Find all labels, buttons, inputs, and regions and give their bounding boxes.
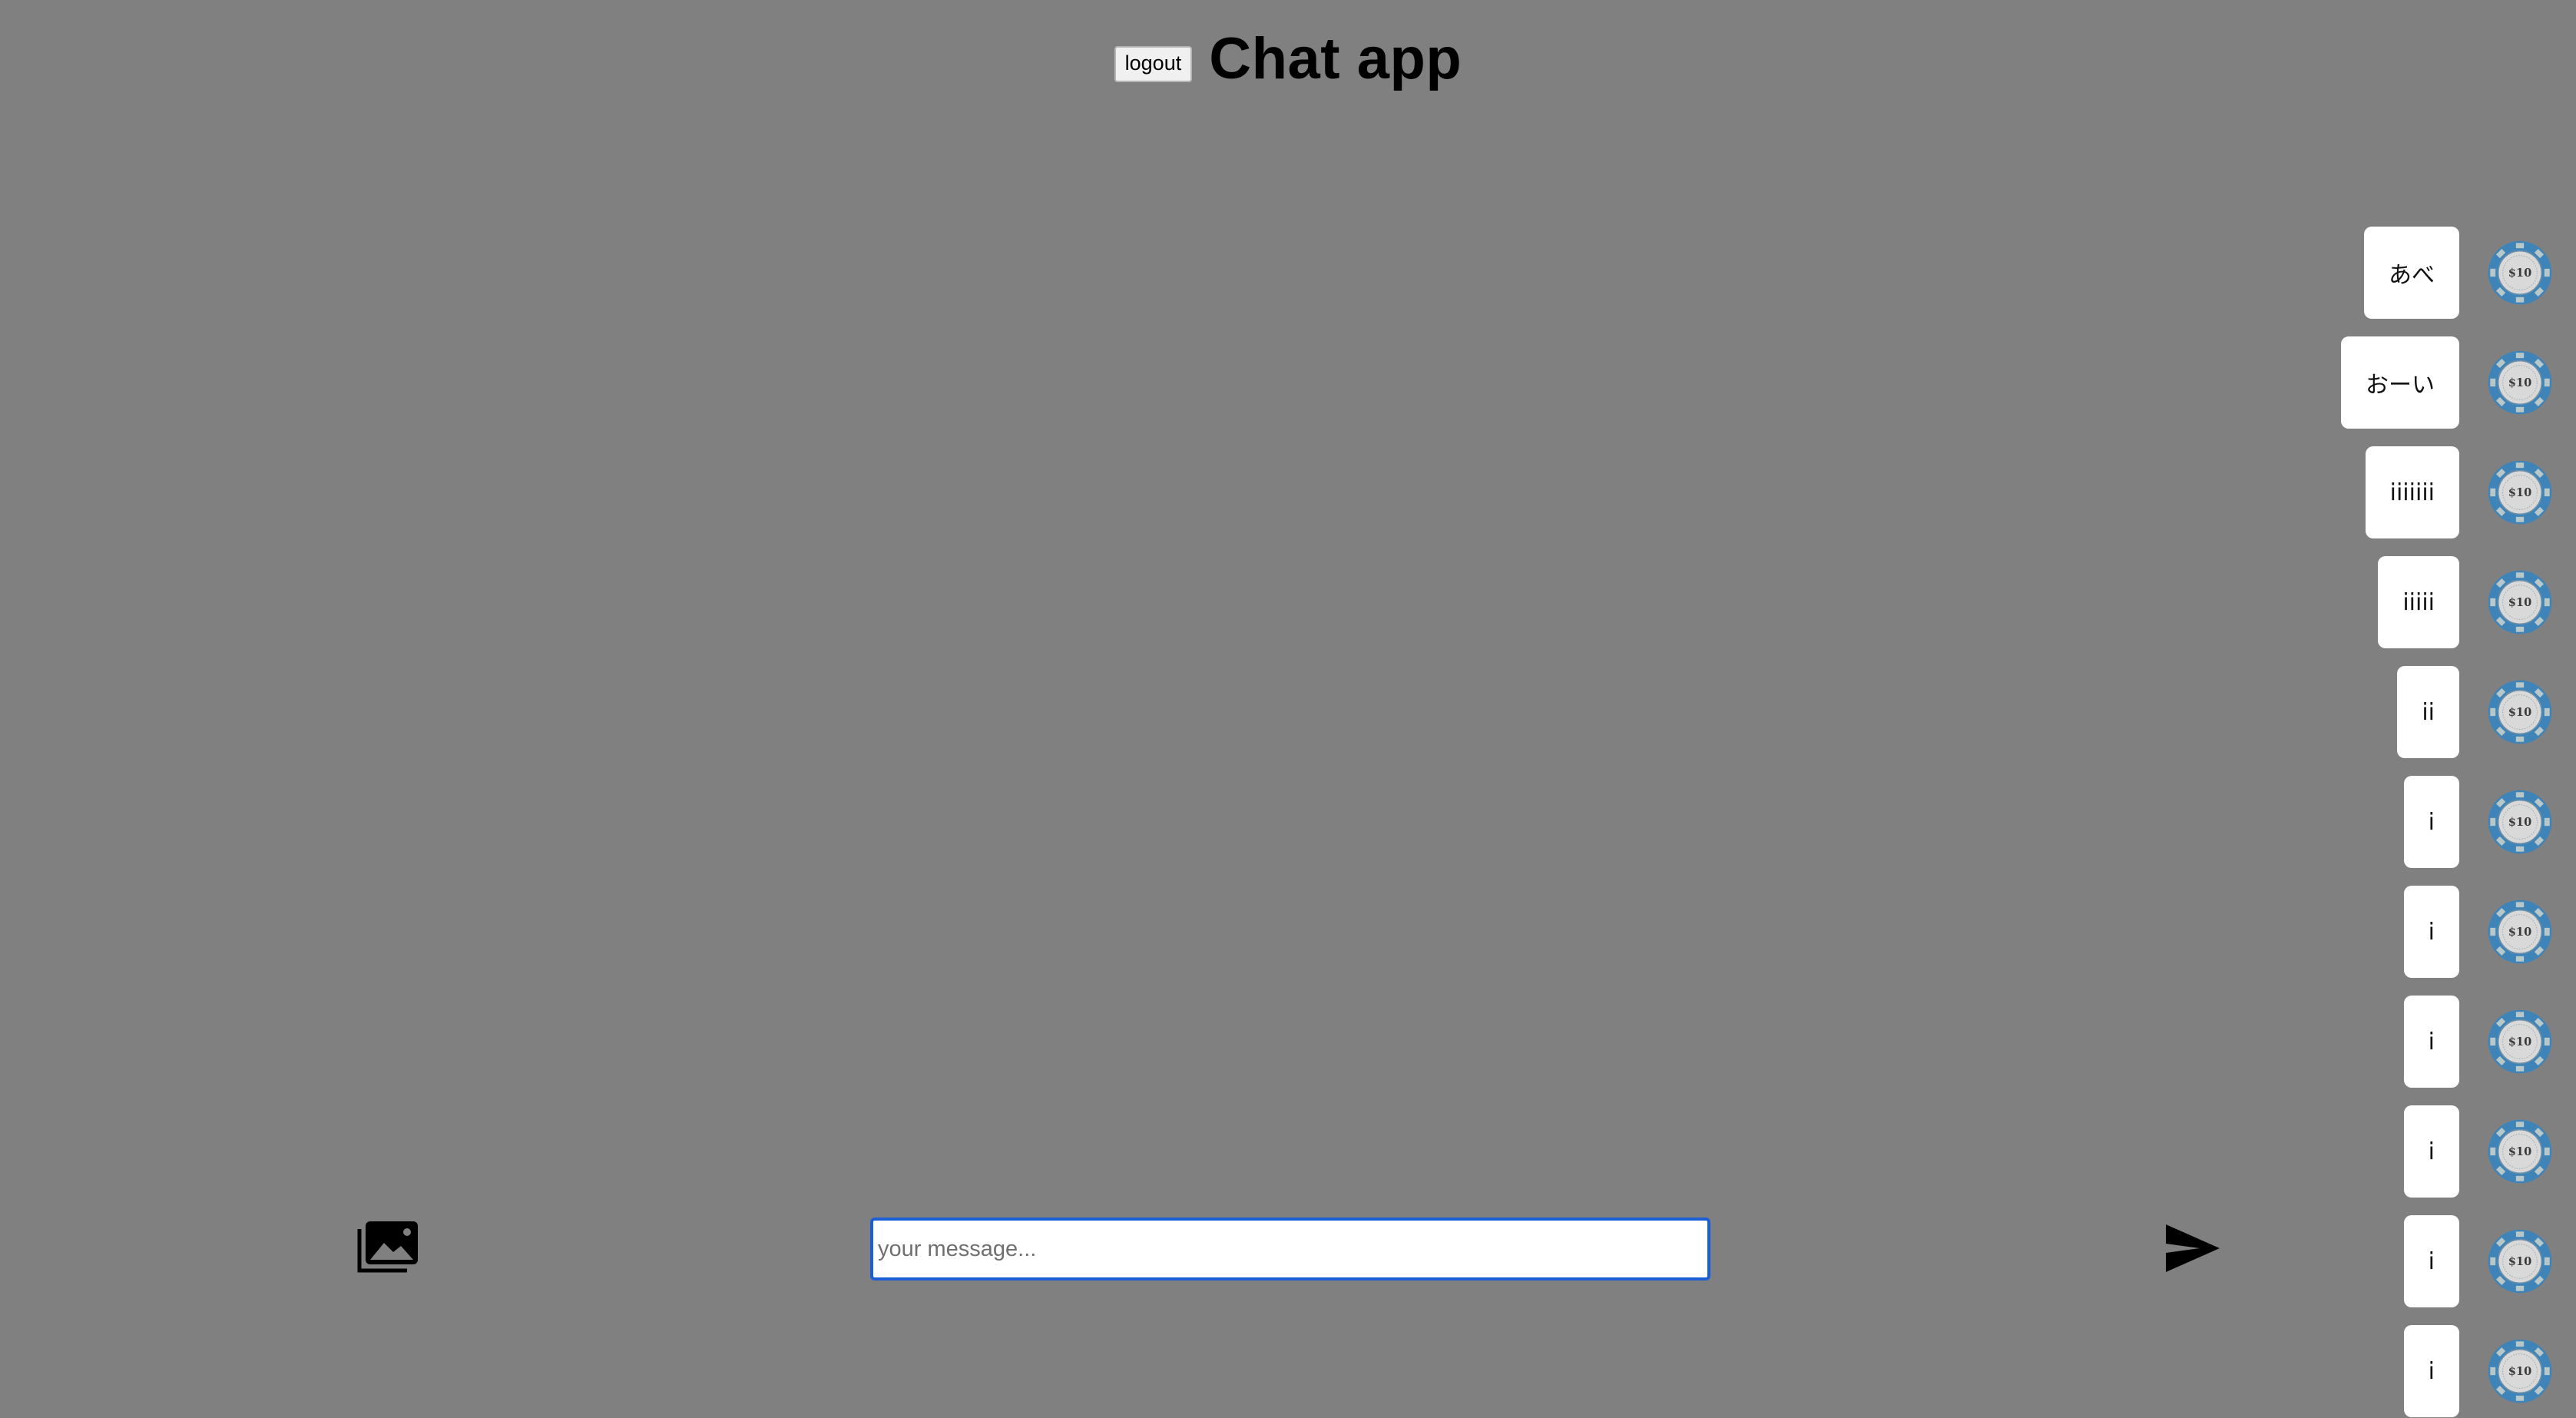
- avatar-label: $10: [2508, 486, 2532, 499]
- avatar-label: $10: [2508, 706, 2532, 719]
- avatar: $10: [2488, 790, 2552, 854]
- message-bubble: i: [2403, 1325, 2459, 1417]
- avatar: $10: [2488, 570, 2552, 634]
- message-row: おーい $10: [2341, 336, 2553, 429]
- logout-button[interactable]: logout: [1114, 45, 1193, 82]
- message-row: i $10: [2403, 776, 2553, 868]
- avatar: $10: [2488, 900, 2552, 964]
- avatar: $10: [2488, 460, 2552, 525]
- message-row: i $10: [2403, 1215, 2553, 1307]
- message-bubble: i: [2403, 1105, 2459, 1198]
- message-bubble: ii: [2397, 666, 2459, 758]
- message-bubble: i: [2403, 996, 2459, 1088]
- avatar-label: $10: [2508, 926, 2532, 939]
- message-row: iiiii $10: [2378, 556, 2553, 648]
- avatar-label: $10: [2508, 1145, 2532, 1158]
- avatar: $10: [2488, 1339, 2552, 1403]
- message-bubble: i: [2403, 1215, 2459, 1307]
- message-row: i $10: [2403, 996, 2553, 1088]
- avatar-label: $10: [2508, 1255, 2532, 1268]
- message-bubble: iiiiiii: [2365, 446, 2459, 538]
- message-row: iiiiiii $10: [2365, 446, 2553, 538]
- message-list: あべ $10 おーい $10 iiiiiii $10 iiiii $10 ii $10 i $10 i $…: [2341, 227, 2553, 1417]
- avatar-label: $10: [2508, 1365, 2532, 1378]
- avatar: $10: [2488, 350, 2552, 415]
- message-row: i $10: [2403, 1105, 2553, 1198]
- photo-library-icon[interactable]: [353, 1220, 419, 1277]
- send-icon[interactable]: [2164, 1223, 2221, 1274]
- avatar: $10: [2488, 1119, 2552, 1184]
- message-bubble: おーい: [2341, 336, 2459, 429]
- avatar: $10: [2488, 1009, 2552, 1074]
- message-row: i $10: [2403, 886, 2553, 978]
- header: logout Chat app: [0, 23, 2576, 94]
- message-input[interactable]: [870, 1218, 1710, 1281]
- avatar-label: $10: [2508, 596, 2532, 609]
- message-bubble: i: [2403, 776, 2459, 868]
- message-row: あべ $10: [2364, 227, 2553, 319]
- avatar: $10: [2488, 680, 2552, 744]
- avatar-label: $10: [2508, 376, 2532, 389]
- page-title: Chat app: [1209, 25, 1462, 91]
- avatar: $10: [2488, 1229, 2552, 1294]
- message-bubble: iiiii: [2378, 556, 2459, 648]
- message-row: ii $10: [2397, 666, 2553, 758]
- avatar: $10: [2488, 240, 2552, 305]
- message-row: i $10: [2403, 1325, 2553, 1417]
- avatar-label: $10: [2508, 267, 2532, 280]
- avatar-label: $10: [2508, 1035, 2532, 1049]
- message-bubble: あべ: [2364, 227, 2459, 319]
- avatar-label: $10: [2508, 816, 2532, 829]
- message-bubble: i: [2403, 886, 2459, 978]
